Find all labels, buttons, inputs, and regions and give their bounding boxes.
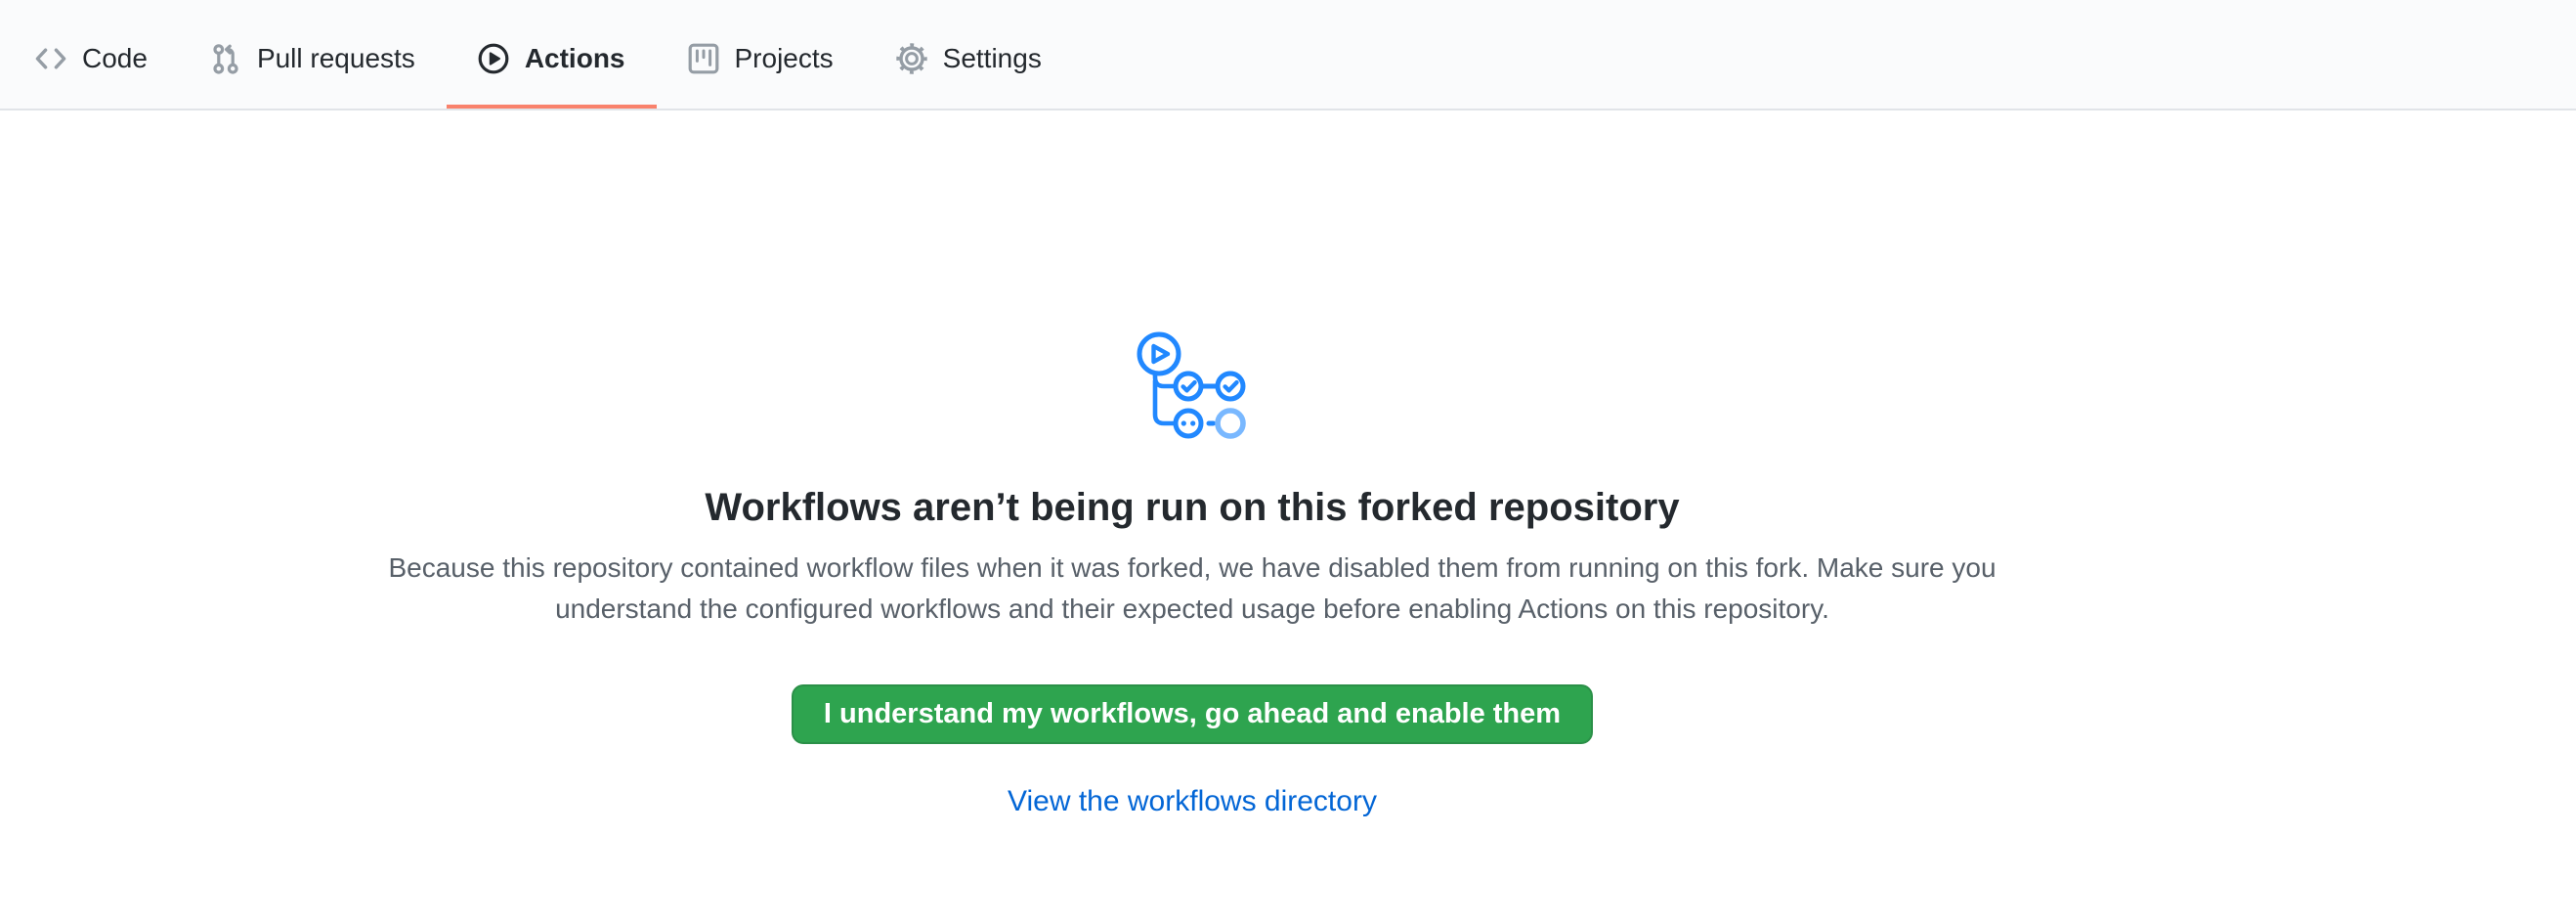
tab-pull-requests[interactable]: Pull requests [179,8,447,109]
code-icon [35,43,66,74]
view-workflows-directory-link[interactable]: View the workflows directory [1008,785,1377,817]
tab-label: Pull requests [257,45,415,72]
git-pull-request-icon [210,43,241,74]
actions-disabled-blankslate: Workflows aren’t being run on this forke… [371,330,2013,818]
tab-code[interactable]: Code [4,8,179,109]
blankslate-title: Workflows aren’t being run on this forke… [371,483,2013,532]
play-circle-icon [478,43,509,74]
tab-label: Projects [735,45,834,72]
repo-underline-nav: Code Pull requests Actions [0,0,2576,110]
tab-label: Settings [943,45,1042,72]
tab-label: Actions [525,45,625,72]
tab-settings[interactable]: Settings [865,8,1073,109]
gear-icon [896,43,927,74]
tab-projects[interactable]: Projects [657,8,865,109]
tab-actions[interactable]: Actions [447,8,657,109]
workflow-graph-icon [1136,330,1249,443]
blankslate-description: Because this repository contained workfl… [371,548,2013,630]
main-content: Workflows aren’t being run on this forke… [0,110,2576,818]
tab-label: Code [82,45,148,72]
project-icon [688,43,719,74]
enable-workflows-button[interactable]: I understand my workflows, go ahead and … [792,684,1593,744]
